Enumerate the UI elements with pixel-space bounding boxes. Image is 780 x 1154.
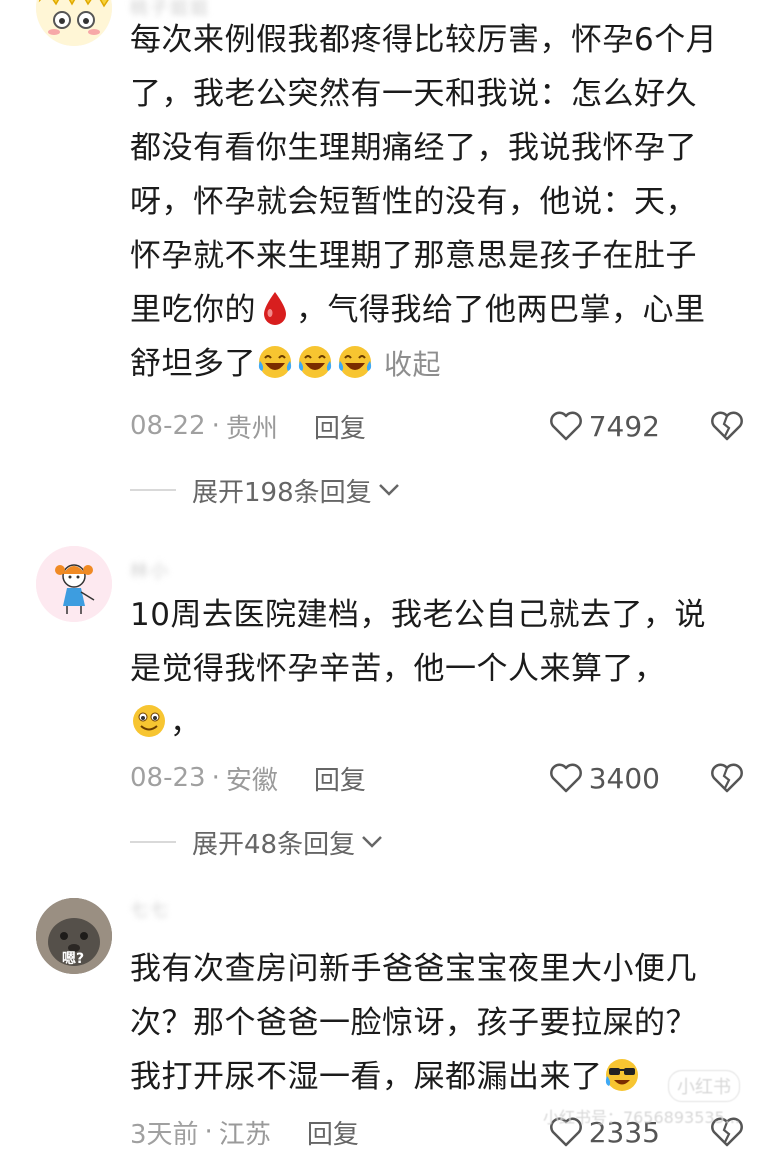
comment-location: 安徽: [225, 765, 278, 796]
broken-heart-icon: [711, 763, 743, 793]
broken-heart-icon: [711, 411, 743, 441]
comment-line: 怀孕就不来生理期了那意思是孩子在肚子: [130, 238, 697, 274]
username[interactable]: 七七: [130, 896, 170, 921]
comment-text: 10周去医院建档，我老公自己就去了，说 是觉得我怀孕辛苦，他一个人来算了， ，: [130, 588, 740, 750]
like-button[interactable]: 3400: [549, 762, 660, 795]
comment-line: 呀，怀孕就会短暂性的没有，他说：天，: [130, 184, 697, 220]
comment-text-fragment: ，: [170, 705, 202, 741]
comment-line: 都没有看你生理期痛经了，我说我怀孕了: [130, 130, 697, 166]
comment-date: 08-23: [130, 763, 206, 793]
comment-line: 每次来例假我都疼得比较厉害，怀孕6个月: [130, 22, 718, 58]
meta-separator: ·: [211, 763, 220, 793]
comment-date: 08-22: [130, 411, 206, 441]
dislike-button[interactable]: [710, 762, 744, 794]
smile-emoji-icon: [133, 705, 165, 737]
laugh-cry-emoji-icon: [258, 346, 292, 378]
watermark-badge: 小红书: [668, 1070, 740, 1102]
like-count: 3400: [588, 761, 660, 795]
dislike-button[interactable]: [710, 410, 744, 442]
chevron-down-icon: [378, 484, 399, 496]
reply-button[interactable]: 回复: [314, 408, 366, 445]
meta-separator: ·: [211, 411, 220, 441]
like-count: 7492: [588, 409, 660, 443]
blood-drop-icon: [264, 292, 286, 325]
reply-button[interactable]: 回复: [307, 1114, 359, 1151]
comment-line: 舒坦多了 收起: [130, 337, 740, 392]
user-avatar[interactable]: 嗯?: [36, 898, 112, 974]
sunglasses-emoji-icon: [605, 1059, 638, 1091]
comment-meta: 08-23 · 安徽 回复 3400: [130, 758, 744, 798]
comment-line: 我打开尿不湿一看，屎都漏出来了: [130, 1050, 740, 1104]
comment-location: 贵州: [225, 413, 278, 444]
heart-icon: [549, 411, 582, 441]
comment-text-fragment: ，气得我给了他两巴掌，心里: [296, 292, 706, 328]
expand-replies[interactable]: 展开48条回复: [130, 822, 383, 862]
comment-text-fragment: 舒坦多了: [130, 346, 256, 382]
chevron-down-icon: [362, 836, 382, 848]
girl-doodle-avatar-icon: [36, 546, 112, 622]
divider-line: [130, 489, 176, 491]
reply-button[interactable]: 回复: [314, 760, 366, 797]
comment-text-fragment: 我打开尿不湿一看，屎都漏出来了: [130, 1059, 603, 1095]
like-button[interactable]: 7492: [549, 410, 660, 443]
comment-date: 3天前: [130, 1119, 199, 1150]
comment-line: 里吃你的 ，气得我给了他两巴掌，心里: [130, 283, 740, 337]
comment-line: 我有次查房问新手爸爸宝宝夜里大小便几: [130, 951, 697, 987]
comment-line: 了，我老公突然有一天和我说：怎么好久: [130, 76, 697, 112]
comment-text: 每次来例假我都疼得比较厉害，怀孕6个月 了，我老公突然有一天和我说：怎么好久 都…: [130, 13, 740, 392]
avatar-caption: 嗯?: [62, 951, 85, 967]
expand-replies-label: 展开198条回复: [192, 477, 372, 508]
watermark-text: 小红书号：7656893535...: [542, 1108, 740, 1127]
comment-text: 我有次查房问新手爸爸宝宝夜里大小便几 次？那个爸爸一脸惊讶，孩子要拉屎的？ 我打…: [130, 942, 740, 1104]
meta-separator: ·: [204, 1117, 213, 1147]
comment-meta: 08-22 · 贵州 回复 7492: [130, 406, 744, 446]
cartoon-girl-avatar-icon: [36, 0, 112, 46]
collapse-link[interactable]: 收起: [384, 348, 441, 381]
comment-line: 次？那个爸爸一脸惊讶，孩子要拉屎的？: [130, 1005, 697, 1041]
comment-line: ，: [130, 696, 740, 750]
comment-line: 10周去医院建档，我老公自己就去了，说: [130, 597, 706, 633]
heart-icon: [549, 763, 582, 793]
comment-location: 江苏: [218, 1119, 271, 1150]
comment-line: 是觉得我怀孕辛苦，他一个人来算了，: [130, 651, 666, 687]
divider-line: [130, 841, 176, 843]
user-avatar[interactable]: [36, 546, 112, 622]
laugh-cry-emoji-icon: [338, 346, 372, 378]
user-avatar[interactable]: [36, 0, 112, 46]
expand-replies-label: 展开48条回复: [192, 829, 356, 860]
expand-replies[interactable]: 展开198条回复: [130, 470, 400, 510]
laugh-cry-emoji-icon: [298, 346, 332, 378]
username[interactable]: 林小: [130, 557, 170, 582]
comment-text-fragment: 里吃你的: [130, 292, 256, 328]
